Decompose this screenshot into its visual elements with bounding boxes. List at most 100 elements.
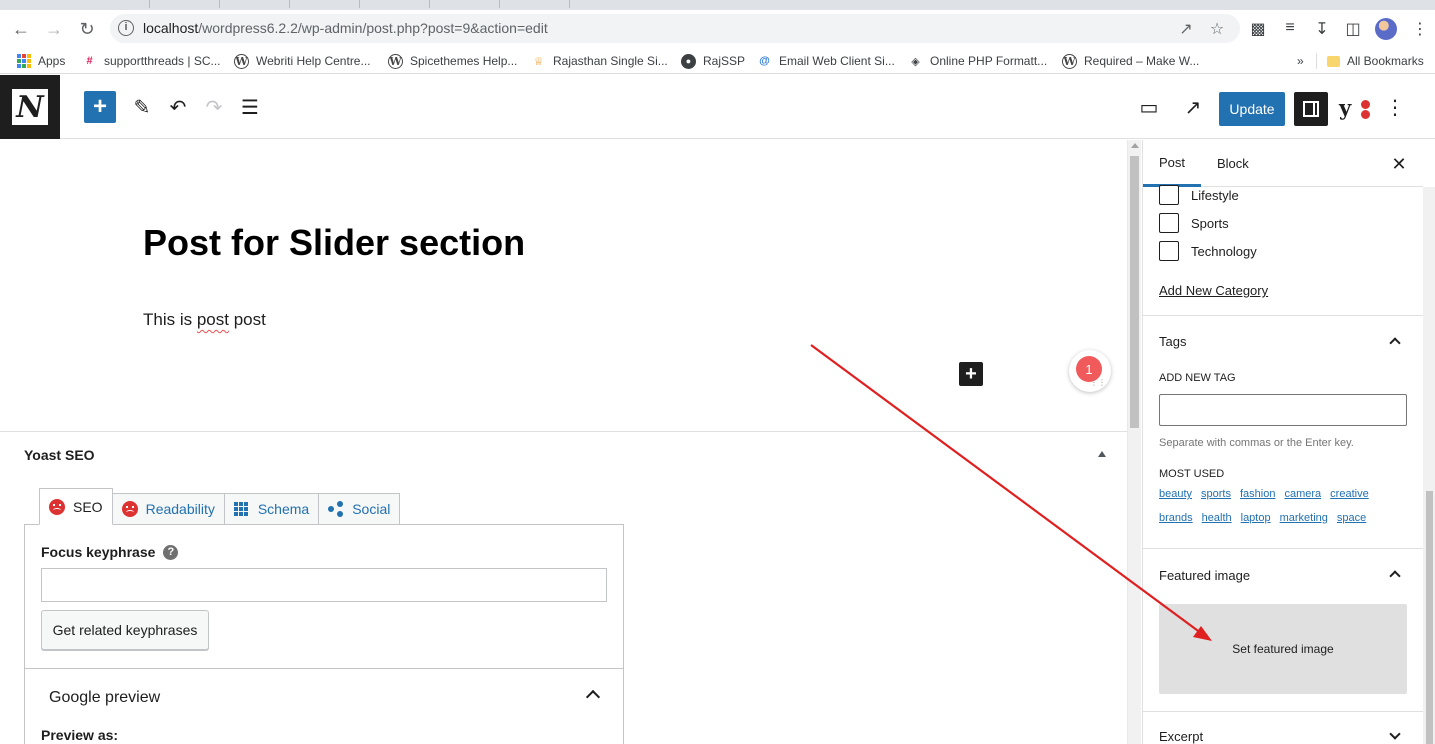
view-post-external-icon[interactable]: ↗ bbox=[1177, 91, 1209, 123]
scroll-up-arrow-icon[interactable] bbox=[1131, 143, 1139, 148]
bookmark-rajasthan[interactable]: ♕ Rajasthan Single Si... bbox=[531, 52, 668, 70]
tab-readability[interactable]: Readability bbox=[111, 493, 225, 524]
browser-tab[interactable] bbox=[430, 0, 500, 8]
bookmark-email-client[interactable]: @ Email Web Client Si... bbox=[757, 52, 895, 70]
browser-tab[interactable] bbox=[500, 0, 570, 8]
forward-arrow-icon[interactable]: → bbox=[41, 16, 67, 42]
update-button[interactable]: Update bbox=[1219, 92, 1285, 126]
bookmark-rajssp[interactable]: ● RajSSP bbox=[681, 52, 745, 70]
tag-link[interactable]: laptop bbox=[1241, 512, 1271, 524]
category-checkbox[interactable] bbox=[1159, 241, 1179, 261]
tab-seo[interactable]: SEO bbox=[39, 488, 113, 525]
post-title[interactable]: Post for Slider section bbox=[143, 222, 525, 264]
share-page-icon[interactable]: ↗ bbox=[1176, 19, 1196, 39]
all-bookmarks[interactable]: All Bookmarks bbox=[1327, 52, 1424, 70]
browser-tab[interactable] bbox=[290, 0, 360, 8]
spelling-error-word[interactable]: post bbox=[197, 310, 229, 329]
download-icon[interactable]: ↧ bbox=[1312, 19, 1332, 39]
tag-link[interactable]: creative bbox=[1330, 488, 1369, 500]
bookmark-label: supportthreads | SC... bbox=[104, 54, 221, 68]
browser-tab[interactable] bbox=[150, 0, 220, 8]
reading-list-icon[interactable]: ≡ bbox=[1280, 19, 1300, 39]
bookmark-supportthreads[interactable]: # supportthreads | SC... bbox=[82, 52, 221, 70]
tag-link[interactable]: beauty bbox=[1159, 488, 1192, 500]
collapse-caret-icon[interactable] bbox=[1098, 451, 1106, 457]
browser-tab[interactable] bbox=[360, 0, 430, 8]
back-arrow-icon[interactable]: ← bbox=[8, 16, 34, 42]
drag-grip-icon[interactable]: ⋮⋮ bbox=[1090, 378, 1106, 387]
side-panel-icon[interactable]: ◫ bbox=[1343, 19, 1363, 39]
help-question-icon[interactable]: ? bbox=[163, 544, 179, 560]
address-bar[interactable]: i localhost/wordpress6.2.2/wp-admin/post… bbox=[110, 14, 1240, 43]
settings-toggle-button[interactable] bbox=[1294, 92, 1328, 126]
sidebar-scrollbar[interactable] bbox=[1423, 187, 1435, 744]
paragraph-block[interactable]: This is post post bbox=[143, 310, 266, 330]
tag-link[interactable]: fashion bbox=[1240, 488, 1275, 500]
tab-social[interactable]: Social bbox=[318, 493, 401, 524]
tab-block[interactable]: Block bbox=[1217, 140, 1249, 187]
tab-schema[interactable]: Schema bbox=[223, 493, 320, 524]
category-item[interactable]: Lifestyle bbox=[1159, 185, 1239, 205]
bookmark-webriti[interactable]: W Webriti Help Centre... bbox=[234, 52, 371, 70]
bookmark-star-icon[interactable]: ☆ bbox=[1207, 19, 1227, 39]
category-checkbox[interactable] bbox=[1159, 185, 1179, 205]
bookmarks-overflow[interactable]: » bbox=[1297, 52, 1304, 70]
tag-link[interactable]: camera bbox=[1284, 488, 1321, 500]
tag-link[interactable]: brands bbox=[1159, 512, 1193, 524]
browser-tab[interactable] bbox=[80, 0, 150, 8]
google-preview-title[interactable]: Google preview bbox=[49, 689, 160, 707]
inline-block-inserter-button[interactable]: + bbox=[959, 362, 983, 386]
options-menu-icon[interactable]: ⋮ bbox=[1379, 91, 1411, 123]
excerpt-panel-title[interactable]: Excerpt bbox=[1159, 729, 1203, 744]
address-url[interactable]: localhost/wordpress6.2.2/wp-admin/post.p… bbox=[143, 20, 548, 36]
tag-link[interactable]: health bbox=[1202, 512, 1232, 524]
close-icon[interactable]: ✕ bbox=[1387, 152, 1411, 176]
bookmark-label: Spicethemes Help... bbox=[410, 54, 518, 68]
reload-icon[interactable]: ↻ bbox=[74, 16, 100, 42]
browser-menu-icon[interactable]: ⋮ bbox=[1410, 19, 1430, 39]
add-new-tag-input[interactable] bbox=[1159, 394, 1407, 426]
tag-link[interactable]: marketing bbox=[1280, 512, 1328, 524]
bookmark-apps[interactable]: Apps bbox=[16, 52, 65, 70]
tags-panel-title[interactable]: Tags bbox=[1159, 334, 1186, 349]
extensions-puzzle-icon[interactable]: ▩ bbox=[1248, 19, 1268, 39]
chevron-up-icon[interactable] bbox=[1389, 337, 1401, 349]
url-host: localhost bbox=[143, 20, 199, 36]
edit-tools-pencil-icon[interactable]: ✎ bbox=[126, 91, 158, 123]
set-featured-image-button[interactable]: Set featured image bbox=[1159, 604, 1407, 694]
yoast-metabox: Yoast SEO SEO Readability Schema Social … bbox=[0, 431, 1127, 744]
focus-keyphrase-input[interactable] bbox=[41, 568, 607, 602]
category-checkbox[interactable] bbox=[1159, 213, 1179, 233]
browser-tab[interactable] bbox=[220, 0, 290, 8]
scrollbar-thumb[interactable] bbox=[1130, 156, 1139, 428]
tab-post[interactable]: Post bbox=[1143, 140, 1202, 187]
bookmark-spicethemes[interactable]: W Spicethemes Help... bbox=[388, 52, 517, 70]
preview-laptop-icon[interactable]: ▭ bbox=[1133, 91, 1165, 123]
grammarly-widget[interactable]: 1 ⋮⋮ bbox=[1069, 350, 1111, 392]
block-inserter-button[interactable]: + bbox=[84, 91, 116, 123]
get-related-keyphrases-button[interactable]: Get related keyphrases bbox=[41, 610, 209, 650]
site-info-icon[interactable]: i bbox=[118, 20, 134, 36]
chevron-down-icon[interactable] bbox=[1389, 728, 1401, 740]
chevron-up-icon[interactable] bbox=[1389, 570, 1401, 582]
yoast-toolbar-button[interactable]: y bbox=[1337, 95, 1370, 123]
bookmark-make-wp[interactable]: W Required – Make W... bbox=[1062, 52, 1199, 70]
yoast-status-dot bbox=[1361, 100, 1370, 109]
editor-scrollbar[interactable] bbox=[1127, 140, 1141, 744]
scrollbar-thumb[interactable] bbox=[1426, 491, 1433, 744]
featured-image-panel-title[interactable]: Featured image bbox=[1159, 568, 1250, 583]
site-icon-button[interactable]: N bbox=[0, 75, 60, 139]
list-view-icon[interactable]: ☰ bbox=[234, 91, 266, 123]
add-new-category-link[interactable]: Add New Category bbox=[1159, 283, 1268, 298]
tag-link[interactable]: sports bbox=[1201, 488, 1231, 500]
bookmark-php-formatter[interactable]: ◈ Online PHP Formatt... bbox=[908, 52, 1047, 70]
tag-link[interactable]: space bbox=[1337, 512, 1366, 524]
redo-icon[interactable]: ↷ bbox=[198, 91, 230, 123]
undo-icon[interactable]: ↶ bbox=[162, 91, 194, 123]
category-item[interactable]: Technology bbox=[1159, 241, 1257, 261]
sad-face-icon bbox=[49, 498, 65, 515]
chevron-up-icon[interactable] bbox=[585, 689, 601, 705]
profile-avatar[interactable] bbox=[1375, 18, 1397, 40]
tab-label: Readability bbox=[145, 501, 215, 517]
category-item[interactable]: Sports bbox=[1159, 213, 1229, 233]
